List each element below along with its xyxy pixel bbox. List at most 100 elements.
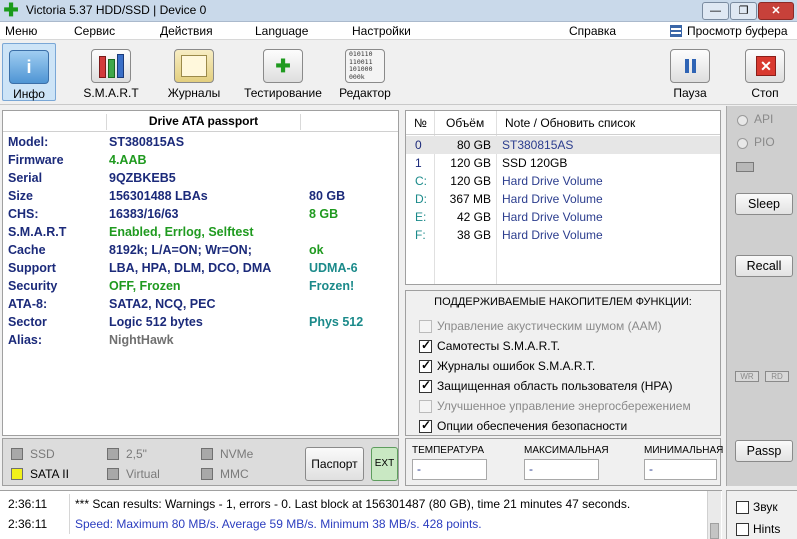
passport-extra: Phys 512 — [309, 315, 364, 329]
scrollbar-thumb[interactable] — [710, 523, 719, 539]
device-row[interactable]: F: 38 GB Hard Drive Volume — [406, 226, 720, 244]
passport-row-firmware: Firmware 4.AAB — [3, 152, 398, 170]
passport-row-size: Size 156301488 LBAs 80 GB — [3, 188, 398, 206]
passport-row-security: Security OFF, Frozen Frozen! — [3, 278, 398, 296]
menu-service[interactable]: Сервис — [74, 24, 115, 38]
sleep-button[interactable]: Sleep — [735, 193, 793, 215]
api-radio[interactable] — [737, 115, 748, 126]
maximize-button[interactable]: ❐ — [730, 2, 757, 20]
passport-key: ATA-8: — [8, 297, 48, 311]
menu-settings[interactable]: Настройки — [352, 24, 411, 38]
passport-key: Support — [8, 261, 56, 275]
smart-icon — [91, 49, 131, 83]
smart-button[interactable]: S.M.A.R.T — [80, 43, 142, 101]
col-header-volume[interactable]: Объём — [446, 116, 484, 130]
passport-value: OFF, Frozen — [109, 279, 181, 293]
toolbar: i Инфо S.M.A.R.T Журналы ✚ Тестирование … — [0, 41, 797, 105]
passport-key: Serial — [8, 171, 43, 185]
checkbox[interactable] — [419, 378, 432, 393]
sound-checkbox[interactable] — [736, 501, 749, 514]
log-scrollbar[interactable] — [707, 491, 721, 539]
passport-button[interactable]: Паспорт — [305, 447, 364, 481]
pio-radio[interactable] — [737, 138, 748, 149]
pause-button[interactable]: Пауза — [664, 43, 716, 101]
rd-indicator: RD — [765, 371, 789, 382]
checkbox[interactable] — [419, 358, 432, 373]
passport-row-cache: Cache 8192k; L/A=ON; Wr=ON; ok — [3, 242, 398, 260]
smart-label: S.M.A.R.T — [83, 86, 139, 100]
menu-actions[interactable]: Действия — [160, 24, 213, 38]
passport-row-chs: CHS: 16383/16/63 8 GB — [3, 206, 398, 224]
pause-icon — [670, 49, 710, 83]
menu-language[interactable]: Language — [255, 24, 308, 38]
checkbox[interactable] — [419, 320, 432, 333]
stop-button[interactable]: ✕ Стоп — [738, 43, 792, 101]
passp-button[interactable]: Passp — [735, 440, 793, 462]
max-temperature-label: МАКСИМАЛЬНАЯ — [524, 445, 609, 456]
info-icon: i — [9, 50, 49, 84]
logs-button[interactable]: Журналы — [163, 43, 225, 101]
min-temperature-label: МИНИМАЛЬНАЯ — [644, 445, 724, 456]
passport-key: CHS: — [8, 207, 39, 221]
passport-row-smart: S.M.A.R.T Enabled, Errlog, Selftest — [3, 224, 398, 242]
pio-label: PIO — [754, 135, 775, 149]
device-row[interactable]: C: 120 GB Hard Drive Volume — [406, 172, 720, 190]
passport-title: Drive ATA passport — [106, 114, 301, 130]
pause-label: Пауза — [673, 86, 707, 100]
passport-value: 4.AAB — [109, 153, 147, 167]
passport-key: Cache — [8, 243, 46, 257]
app-icon: ✚ — [3, 0, 19, 20]
passport-value: NightHawk — [109, 333, 174, 347]
col-header-note-refresh[interactable]: Note / Обновить список — [505, 116, 635, 130]
menu-help[interactable]: Справка — [569, 24, 616, 38]
log-entry: 2:36:11 *** Scan results: Warnings - 1, … — [0, 494, 708, 514]
editor-button[interactable]: 010110 110011 101000 000k Редактор — [334, 43, 396, 101]
device-row[interactable]: 1 120 GB SSD 120GB — [406, 154, 720, 172]
close-button[interactable]: ✕ — [758, 2, 794, 20]
log-panel[interactable]: 2:36:11 *** Scan results: Warnings - 1, … — [0, 490, 722, 539]
menu-buffer-view[interactable]: Просмотр буфера — [687, 24, 788, 38]
features-title: ПОДДЕРЖИВАЕМЫЕ НАКОПИТЕЛЕМ ФУНКЦИИ: — [434, 296, 692, 308]
device-list-panel: № Объём Note / Обновить список 0 80 GB S… — [405, 110, 721, 285]
passport-value: ST380815AS — [109, 135, 185, 149]
window-title: Victoria 5.37 HDD/SSD | Device 0 — [26, 3, 207, 17]
logs-label: Журналы — [167, 86, 221, 100]
passport-key: Alias: — [8, 333, 43, 347]
device-row[interactable]: 0 80 GB ST380815AS — [406, 136, 720, 154]
menu-main[interactable]: Меню — [5, 24, 37, 38]
passport-key: Security — [8, 279, 58, 293]
passport-row-ata8: ATA-8: SATA2, NCQ, PEC — [3, 296, 398, 314]
passport-row-model: Model: ST380815AS — [3, 134, 398, 152]
checkbox[interactable] — [419, 338, 432, 353]
testing-button[interactable]: ✚ Тестирование — [240, 43, 326, 101]
ext-button[interactable]: EXT — [371, 447, 398, 481]
status-indicator — [736, 162, 754, 172]
buffer-icon — [670, 25, 682, 37]
passport-extra: UDMA-6 — [309, 261, 358, 275]
journal-icon — [174, 49, 214, 83]
editor-icon-bits: 010110 110011 101000 000k — [349, 50, 373, 81]
passport-row-support: Support LBA, HPA, DLM, DCO, DMA UDMA-6 — [3, 260, 398, 278]
minimize-button[interactable]: — — [702, 2, 729, 20]
device-row[interactable]: D: 367 MB Hard Drive Volume — [406, 190, 720, 208]
passport-value: Enabled, Errlog, Selftest — [109, 225, 254, 239]
recall-button[interactable]: Recall — [735, 255, 793, 277]
info-label: Инфо — [13, 87, 45, 101]
col-header-num[interactable]: № — [414, 116, 427, 130]
stop-label: Стоп — [751, 86, 779, 100]
info-button[interactable]: i Инфо — [2, 43, 56, 101]
hints-checkbox[interactable] — [736, 523, 749, 536]
title-bar: ✚ Victoria 5.37 HDD/SSD | Device 0 — ❐ ✕ — [0, 0, 797, 22]
temperature-label: ТЕМПЕРАТУРА — [412, 445, 484, 456]
checkbox[interactable] — [419, 418, 432, 433]
checkbox[interactable] — [419, 400, 432, 413]
passport-row-alias: Alias: NightHawk — [3, 332, 398, 350]
log-entry: 2:36:11 Speed: Maximum 80 MB/s. Average … — [0, 514, 708, 534]
device-row[interactable]: E: 42 GB Hard Drive Volume — [406, 208, 720, 226]
medkit-icon: ✚ — [263, 49, 303, 83]
passport-value: LBA, HPA, DLM, DCO, DMA — [109, 261, 272, 275]
supported-features-panel: ПОДДЕРЖИВАЕМЫЕ НАКОПИТЕЛЕМ ФУНКЦИИ: Упра… — [405, 290, 721, 436]
passport-row-serial: Serial 9QZBKEB5 — [3, 170, 398, 188]
passport-extra: 80 GB — [309, 189, 346, 203]
passport-key: S.M.A.R.T — [8, 225, 67, 239]
